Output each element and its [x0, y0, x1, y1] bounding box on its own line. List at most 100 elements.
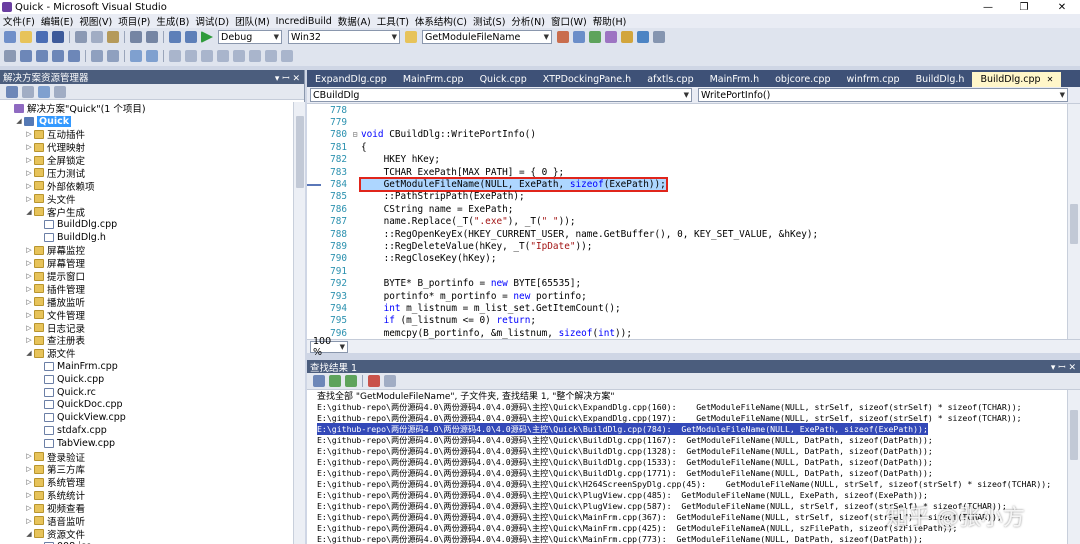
expand-icon[interactable]: ▷ — [24, 272, 34, 280]
tree-item[interactable]: ▷ 提示窗口 — [0, 270, 293, 283]
find-result-row[interactable]: E:\github-repo\两份源码4.0\两份源码4.0\4.0源码\主控\… — [307, 467, 1067, 478]
find-in-files-icon[interactable] — [405, 31, 417, 43]
expand-icon[interactable]: ▷ — [24, 452, 34, 460]
comment-out-icon[interactable] — [130, 50, 142, 62]
menu-item[interactable]: 视图(V) — [76, 14, 115, 28]
tree-item[interactable]: Quick.cpp — [0, 373, 293, 386]
copy-icon[interactable] — [91, 31, 103, 43]
code-line[interactable]: 790 ::RegCloseKey(hKey); — [307, 253, 1067, 265]
find-combo[interactable]: GetModuleFileName ▼ — [422, 30, 552, 44]
menu-item[interactable]: 生成(B) — [153, 14, 192, 28]
code-line[interactable]: 786 CString name = ExePath; — [307, 203, 1067, 215]
tree-item[interactable]: ◢ 资源文件 — [0, 527, 293, 541]
document-tab[interactable]: objcore.cpp — [767, 72, 838, 87]
code-line[interactable]: 796 memcpy(B_portinfo, &m_listnum, sizeo… — [307, 327, 1067, 339]
document-tab[interactable]: winfrm.cpp — [838, 72, 907, 87]
tree-item[interactable]: ▷ 视频查看 — [0, 502, 293, 515]
menu-item[interactable]: 分析(N) — [508, 14, 548, 28]
document-tab[interactable]: Quick.cpp — [472, 72, 535, 87]
code-line[interactable]: 782 HKEY hKey; — [307, 154, 1067, 166]
panel-controls[interactable]: ▾ ꟷ ✕ — [275, 71, 304, 84]
tree-item[interactable]: ◢ 源文件 — [0, 347, 293, 360]
solution-scrollbar[interactable] — [293, 102, 305, 544]
tree-item[interactable]: ▷ 互动插件 — [0, 128, 293, 141]
tree-item[interactable]: 解决方案"Quick"(1 个项目) — [0, 102, 293, 115]
code-line[interactable]: 783 TCHAR ExePath[MAX_PATH] = { 0 }; — [307, 166, 1067, 178]
bookmark-folder-icon[interactable] — [233, 50, 245, 62]
document-tab[interactable]: BuildDlg.cpp ✕ — [972, 72, 1062, 87]
close-button[interactable]: ✕ — [1044, 0, 1080, 14]
expand-icon[interactable]: ▷ — [24, 324, 34, 332]
menu-item[interactable]: 调试(D) — [192, 14, 232, 28]
tree-item[interactable]: QuickView.cpp — [0, 411, 293, 424]
expand-icon[interactable]: ▷ — [24, 311, 34, 319]
undo-icon[interactable] — [130, 31, 142, 43]
menu-item[interactable]: 数据(A) — [335, 14, 374, 28]
expand-icon[interactable]: ▷ — [24, 143, 34, 151]
clear-all-icon[interactable] — [368, 375, 380, 387]
tree-item[interactable]: ▷ 语音监听 — [0, 515, 293, 528]
expand-icon[interactable]: ▷ — [24, 336, 34, 344]
expand-icon[interactable]: ▷ — [24, 169, 34, 177]
find-result-row[interactable]: E:\github-repo\两份源码4.0\两份源码4.0\4.0源码\主控\… — [307, 478, 1067, 489]
clear-bookmarks-icon[interactable] — [217, 50, 229, 62]
tree-item[interactable]: QuickDoc.cpp — [0, 398, 293, 411]
toggle-bookmark-icon[interactable] — [281, 50, 293, 62]
expand-icon[interactable]: ▷ — [24, 156, 34, 164]
scrollbar-thumb[interactable] — [1070, 204, 1078, 244]
code-line[interactable]: 780 ⊟ void CBuildDlg::WritePortInfo() — [307, 129, 1067, 141]
properties-icon[interactable] — [6, 85, 18, 98]
collapse-icon[interactable]: ◢ — [14, 117, 24, 125]
tree-item[interactable]: TabView.cpp — [0, 437, 293, 450]
decrease-indent-icon[interactable] — [91, 50, 103, 62]
document-tab[interactable]: afxtls.cpp — [639, 72, 701, 87]
cut-icon[interactable] — [75, 31, 87, 43]
list-members-icon[interactable] — [20, 50, 32, 62]
tree-item[interactable]: BuildDlg.h — [0, 231, 293, 244]
view-class-diagram-icon[interactable] — [54, 85, 66, 98]
find-result-row[interactable]: E:\github-repo\两份源码4.0\两份源码4.0\4.0源码\主控\… — [307, 401, 1067, 412]
tree-item[interactable]: ▷ 查注册表 — [0, 334, 293, 347]
go-to-location-icon[interactable] — [313, 375, 325, 387]
quick-info-icon[interactable] — [52, 50, 64, 62]
navigate-forward-icon[interactable] — [185, 31, 197, 43]
scrollbar-thumb[interactable] — [296, 116, 304, 188]
menu-item[interactable]: 文件(F) — [0, 14, 38, 28]
tree-item[interactable]: ▷ 屏幕管理 — [0, 257, 293, 270]
start-page-icon[interactable] — [621, 31, 633, 43]
complete-word-icon[interactable] — [68, 50, 80, 62]
start-debugging-icon[interactable] — [201, 31, 213, 43]
code-line[interactable]: 787 name.Replace(_T(".exe"), _T(" ")); — [307, 216, 1067, 228]
expand-icon[interactable]: ▷ — [24, 246, 34, 254]
expand-icon[interactable]: ▷ — [24, 298, 34, 306]
maximize-button[interactable]: ❐ — [1006, 0, 1042, 14]
document-tab[interactable]: XTPDockingPane.h — [535, 72, 639, 87]
tree-item[interactable]: ▷ 日志记录 — [0, 321, 293, 335]
tree-item[interactable]: ▷ 系统管理 — [0, 476, 293, 489]
document-tab[interactable]: ExpandDlg.cpp — [307, 72, 395, 87]
find-result-row[interactable]: E:\github-repo\两份源码4.0\两份源码4.0\4.0源码\主控\… — [307, 422, 1067, 435]
code-line[interactable]: 791 — [307, 265, 1067, 277]
zoom-select[interactable]: 100 % ▼ — [310, 336, 348, 358]
code-line[interactable]: 778 — [307, 104, 1067, 116]
editor-scrollbar[interactable] — [1067, 104, 1080, 339]
find-results-scrollbar[interactable] — [1067, 390, 1080, 544]
toolbar-options-icon[interactable] — [653, 31, 665, 43]
document-tab[interactable]: BuildDlg.h — [908, 72, 973, 87]
tree-item[interactable]: ◢ 客户生成 — [0, 205, 293, 219]
code-line[interactable]: 779 — [307, 116, 1067, 128]
properties-icon[interactable] — [573, 31, 585, 43]
extension-manager-icon[interactable] — [637, 31, 649, 43]
expand-icon[interactable]: ▷ — [24, 195, 34, 203]
tree-item[interactable]: ▷ 外部依赖项 — [0, 179, 293, 193]
previous-result-icon[interactable] — [329, 375, 341, 387]
previous-bookmark-icon[interactable] — [185, 50, 197, 62]
menu-item[interactable]: 工具(T) — [374, 14, 412, 28]
collapse-region-icon[interactable]: ⊟ — [349, 130, 361, 139]
save-all-icon[interactable] — [52, 31, 64, 43]
expand-icon[interactable]: ▷ — [24, 465, 34, 473]
tree-item[interactable]: ▷ 代理映射 — [0, 141, 293, 154]
tree-item[interactable]: ▷ 全屏锁定 — [0, 154, 293, 167]
tree-item[interactable]: ▷ 第三方库 — [0, 463, 293, 476]
minimize-button[interactable]: — — [970, 0, 1006, 14]
